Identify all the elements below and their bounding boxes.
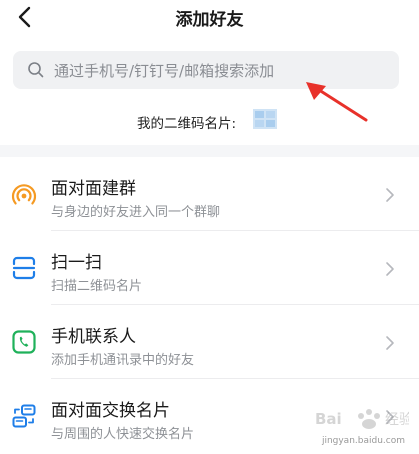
option-subtitle: 与身边的好友进入同一个群聊 [51, 205, 221, 220]
option-subtitle: 添加手机通讯录中的好友 [51, 353, 195, 368]
option-face-to-face-group[interactable]: 面对面建群 与身边的好友进入同一个群聊 [0, 157, 419, 231]
search-placeholder: 通过手机号/钉钉号/邮箱搜索添加 [54, 62, 275, 80]
exchange-card-icon [12, 404, 36, 428]
option-scan[interactable]: 扫一扫 扫描二维码名片 [0, 231, 419, 305]
radar-icon [11, 184, 37, 205]
svg-text:Bai: Bai [315, 410, 342, 428]
qr-code-thumbnail-icon[interactable] [253, 109, 277, 129]
section-divider [0, 145, 419, 157]
option-title: 扫一扫 [51, 253, 102, 273]
qr-code-label: 我的二维码名片: [137, 116, 237, 132]
watermark-url: jingyan.baidu.com [321, 436, 405, 446]
chevron-right-icon [386, 336, 394, 350]
option-title: 手机联系人 [51, 327, 136, 347]
option-title: 面对面交换名片 [51, 401, 170, 421]
chevron-right-icon [386, 262, 394, 276]
scan-icon [12, 256, 36, 280]
option-subtitle: 与周围的人快速交换名片 [51, 427, 195, 442]
option-phone-contacts[interactable]: 手机联系人 添加手机通讯录中的好友 [0, 305, 419, 379]
qr-code-row[interactable]: 我的二维码名片: [0, 109, 419, 133]
page-title: 添加好友 [175, 10, 244, 30]
chevron-right-icon [386, 188, 394, 202]
phone-icon [12, 330, 36, 354]
header: 添加好友 [0, 0, 419, 38]
svg-text:经验: 经验 [385, 412, 409, 428]
option-subtitle: 扫描二维码名片 [51, 279, 143, 294]
option-title: 面对面建群 [51, 179, 136, 199]
search-icon [28, 62, 44, 78]
